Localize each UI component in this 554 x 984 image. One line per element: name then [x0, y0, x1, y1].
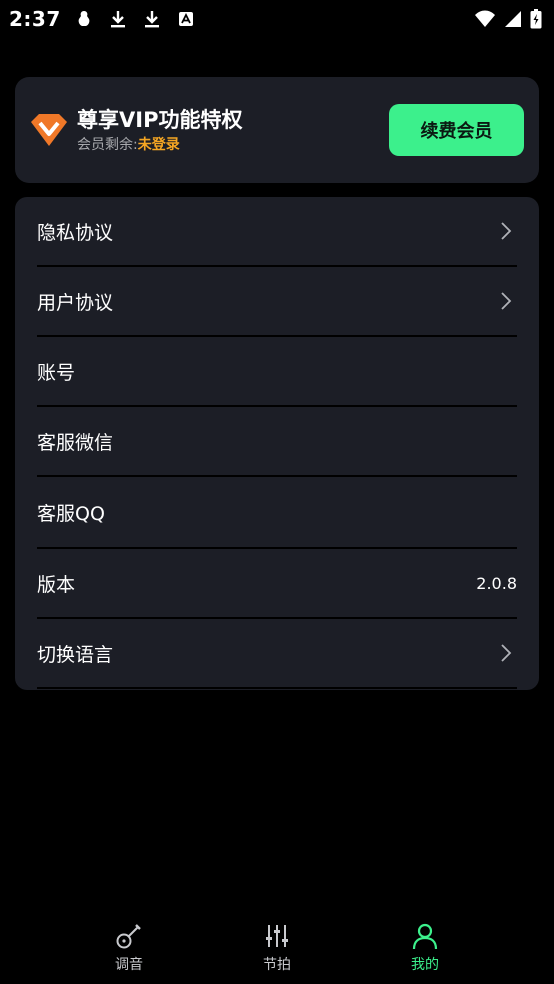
chevron-right-icon [501, 644, 512, 662]
menu-item-account[interactable]: 账号 [37, 337, 517, 407]
status-bar: 2:37 [0, 0, 554, 38]
bottom-nav: 调音 节拍 我的 [0, 914, 554, 984]
menu-item-label: 版本 [37, 573, 76, 596]
chevron-right-icon [501, 222, 512, 240]
battery-icon [530, 9, 542, 29]
sliders-icon [266, 925, 288, 947]
menu-item-label: 隐私协议 [37, 221, 114, 244]
menu-item-service-qq[interactable]: 客服QQ [37, 477, 517, 549]
chevron-right-icon [501, 292, 512, 310]
vip-remaining-label: 会员剩余: [77, 136, 138, 153]
notification-icons [75, 10, 195, 28]
status-right [474, 9, 542, 29]
download-icon [143, 10, 161, 28]
nav-label: 我的 [411, 957, 439, 973]
nav-item-tuner[interactable]: 调音 [89, 922, 169, 982]
vip-title: 尊享VIP功能特权 [77, 107, 243, 132]
menu-item-switch-language[interactable]: 切换语言 [37, 619, 517, 689]
download-icon [109, 10, 127, 28]
version-value: 2.0.8 [476, 573, 517, 593]
nav-label: 调音 [115, 957, 143, 973]
nav-label: 节拍 [263, 957, 291, 973]
menu-item-label: 客服微信 [37, 431, 114, 454]
guitar-icon [116, 924, 141, 949]
status-time: 2:37 [9, 7, 61, 31]
wifi-icon [474, 10, 496, 28]
status-left: 2:37 [9, 7, 195, 31]
nav-item-mine[interactable]: 我的 [385, 922, 465, 982]
menu-item-label: 切换语言 [37, 643, 114, 666]
vip-text: 尊享VIP功能特权 会员剩余:未登录 [77, 106, 389, 155]
app-icon [177, 10, 195, 28]
notification-icon [75, 10, 93, 28]
vip-card: 尊享VIP功能特权 会员剩余:未登录 续费会员 [15, 77, 539, 183]
menu-item-version: 版本 2.0.8 [37, 549, 517, 619]
menu-item-service-wechat[interactable]: 客服微信 [37, 407, 517, 477]
menu-item-label: 客服QQ [37, 502, 105, 525]
user-icon [412, 923, 438, 950]
menu-item-label: 用户协议 [37, 291, 114, 314]
nav-item-metronome[interactable]: 节拍 [237, 922, 317, 982]
vip-diamond-icon [31, 114, 67, 146]
signal-icon [504, 10, 522, 28]
settings-menu: 隐私协议 用户协议 账号 客服微信 客服QQ 版本 2.0.8 切换语言 [15, 197, 539, 690]
menu-item-privacy-policy[interactable]: 隐私协议 [37, 197, 517, 267]
menu-item-user-agreement[interactable]: 用户协议 [37, 267, 517, 337]
vip-remaining: 会员剩余:未登录 [77, 135, 389, 155]
menu-item-label: 账号 [37, 361, 76, 384]
settings-page: 2:37 尊享VIP功能特权 会员剩余:未登录 续费会员 隐私协议 用户协议 账… [0, 0, 554, 984]
vip-login-status: 未登录 [137, 136, 180, 153]
renew-membership-button[interactable]: 续费会员 [389, 104, 524, 156]
